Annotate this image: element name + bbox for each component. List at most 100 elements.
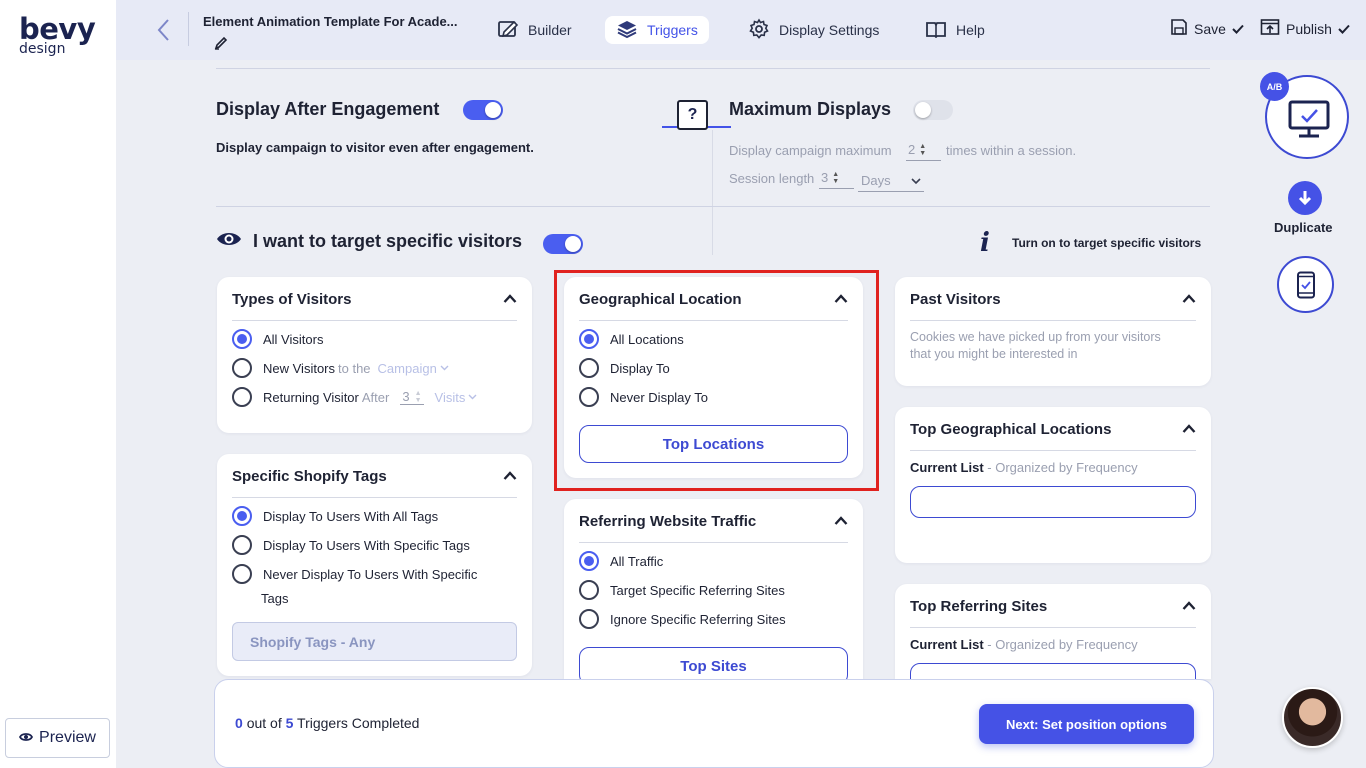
toggle-knob [565,236,581,252]
eye-icon [216,231,242,252]
preview-button[interactable]: Preview [5,718,110,758]
max-displays-stepper[interactable]: 2 ▲ ▼ [906,139,941,161]
radio-button[interactable] [232,358,252,378]
ab-test-badge[interactable]: A/B [1260,72,1289,101]
divider [712,130,713,255]
top-referring-list-field[interactable] [910,663,1196,679]
session-length-stepper[interactable]: 3 ▲ ▼ [819,167,854,189]
visits-stepper[interactable]: 3 ▲ ▼ [400,389,424,405]
session-unit-select[interactable]: Days [858,170,924,192]
chevron-up-icon[interactable] [1182,598,1196,610]
chevron-up-icon[interactable] [503,468,517,480]
radio-all-traffic[interactable]: All Traffic [579,551,663,571]
past-visitors-card: Past Visitors Cookies we have picked up … [895,277,1211,386]
user-avatar[interactable] [1282,687,1343,748]
back-chevron-icon[interactable] [152,16,178,44]
toggle-knob [915,102,931,118]
progress-suffix: Triggers Completed [297,715,420,731]
radio-target-referring[interactable]: Target Specific Referring Sites [579,580,785,600]
next-step-button[interactable]: Next: Set position options [979,704,1194,744]
bevy-logo[interactable]: bevy design [19,14,96,56]
pencil-icon[interactable] [214,36,228,50]
radio-button[interactable] [579,609,599,629]
save-label: Save [1194,20,1226,37]
target-visitors-toggle[interactable] [543,234,583,254]
radio-new-visitors[interactable]: New Visitors to the Campaign [232,358,449,378]
option-label: Never Display To Users With Specific [263,566,478,582]
campaign-select-value: Campaign [377,360,437,376]
radio-button[interactable] [232,387,252,407]
chevron-up-icon[interactable] [503,291,517,303]
top-geo-list-field[interactable] [910,486,1196,518]
chevron-down-icon [440,365,449,371]
current-list-suffix: - Organized by Frequency [987,460,1138,475]
option-label: Target Specific Referring Sites [610,582,785,598]
radio-button[interactable] [579,551,599,571]
card-title: Top Referring Sites [910,598,1048,615]
radio-ignore-referring[interactable]: Ignore Specific Referring Sites [579,609,786,629]
radio-returning-visitor[interactable]: Returning Visitor After 3 ▲ ▼ Visits [232,387,477,407]
shopify-tags-card: Specific Shopify Tags Display To Users W… [217,454,532,676]
chevron-up-icon[interactable] [1182,291,1196,303]
nav-display-settings[interactable]: Display Settings [737,16,890,44]
radio-button[interactable] [579,580,599,600]
past-visitors-description: Cookies we have picked up from your visi… [910,330,1161,361]
radio-button[interactable] [232,329,252,349]
session-length-value: 3 [821,170,829,185]
nav-triggers[interactable]: Triggers [605,16,709,44]
radio-never-tags[interactable]: Never Display To Users With Specific [232,564,477,584]
spin-arrows-icon[interactable]: ▲ ▼ [919,143,926,157]
option-label: Display To Users With Specific Tags [263,537,470,553]
spin-arrows-icon[interactable]: ▲ ▼ [415,390,422,404]
radio-all-tags[interactable]: Display To Users With All Tags [232,506,438,526]
radio-button[interactable] [232,564,252,584]
publish-icon [1260,18,1280,39]
spin-arrows-icon[interactable]: ▲ ▼ [832,171,839,185]
gear-icon [748,17,770,43]
total-count: 5 [285,715,294,731]
check-icon [1232,21,1244,37]
target-visitors-title: I want to target specific visitors [253,231,523,251]
nav-help-label: Help [956,22,985,38]
card-title: Top Geographical Locations [910,421,1112,438]
radio-button[interactable] [232,535,252,555]
chevron-up-icon[interactable] [834,513,848,525]
nav-builder-label: Builder [528,22,572,38]
divider [216,206,1210,207]
nav-triggers-label: Triggers [647,22,698,38]
book-icon [925,20,947,41]
radio-all-visitors[interactable]: All Visitors [232,329,323,349]
nav-builder[interactable]: Builder [486,16,583,44]
eye-icon [19,729,34,747]
duplicate-label: Duplicate [1274,220,1333,235]
radio-button[interactable] [232,506,252,526]
progress-footer: 0 out of 5 Triggers Completed Next: Set … [214,679,1214,768]
publish-button[interactable]: Publish [1260,18,1350,39]
current-list-suffix: - Organized by Frequency [987,637,1138,652]
visits-value: 3 [402,389,410,404]
option-suffix: After [361,389,390,405]
option-label: All Visitors [263,331,324,347]
campaign-select[interactable]: Campaign [378,361,449,376]
divider [188,12,189,46]
duplicate-button[interactable] [1288,181,1322,215]
completed-count: 0 [235,715,243,731]
divider [216,68,1210,69]
question-icon: ? [687,106,698,123]
engagement-toggle[interactable] [463,100,503,120]
max-displays-toggle[interactable] [913,100,953,120]
visits-unit-select[interactable]: Visits [435,390,478,405]
card-title: Types of Visitors [232,291,352,308]
nav-help[interactable]: Help [914,16,996,44]
mobile-view-button[interactable] [1277,256,1334,313]
save-button[interactable]: Save [1170,18,1244,39]
shopify-tags-field[interactable]: Shopify Tags - Any [232,622,517,661]
radio-specific-tags[interactable]: Display To Users With Specific Tags [232,535,470,555]
desktop-monitor-icon [1288,100,1330,138]
help-question-button[interactable]: ? [677,100,708,130]
current-list-title: Current List [910,637,984,652]
card-title: Referring Website Traffic [579,513,757,530]
chevron-up-icon[interactable] [1182,421,1196,433]
top-sites-button[interactable]: Top Sites [579,647,848,679]
top-geo-card: Top Geographical Locations Current List … [895,407,1211,563]
